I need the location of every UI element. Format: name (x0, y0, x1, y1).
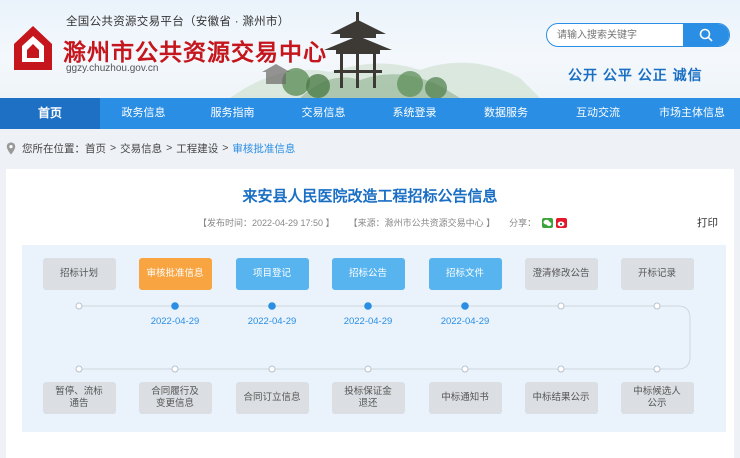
article-title: 来安县人民医院改造工程招标公告信息 (242, 188, 498, 205)
flow-step-date: 2022-04-29 (150, 316, 200, 327)
flow-step-label: 合同订立信息 (243, 392, 301, 403)
flow-step-label: 招标文件 (445, 268, 484, 279)
breadcrumb-trade-info[interactable]: 交易信息 (120, 141, 162, 156)
flow-step-label: 中标结果公示 (532, 392, 590, 403)
main-nav: 首页 政务信息 服务指南 交易信息 系统登录 数据服务 互动交流 市场主体信息 (0, 98, 740, 129)
breadcrumb-separator: > (222, 142, 229, 154)
flow-step-date: 2022-04-29 (343, 316, 393, 327)
flow-dot-bottom-4 (364, 365, 372, 373)
nav-item-system-login[interactable]: 系统登录 (369, 98, 460, 129)
flow-step-label: 招标公告 (348, 268, 387, 279)
breadcrumb-prefix: 您所在位置： (22, 142, 85, 155)
breadcrumb-current[interactable]: 审核批准信息 (232, 141, 295, 156)
search-button[interactable] (683, 24, 729, 46)
flow-step-label: 中标候选人 公示 (633, 386, 681, 409)
flow-step-label: 澄清修改公告 (532, 268, 590, 279)
flow-step-top-4[interactable]: 招标公告 (331, 258, 405, 290)
flow-dot-top-1 (75, 302, 83, 310)
nav-item-interaction[interactable]: 互动交流 (552, 98, 644, 129)
site-title: 滁州市公共资源交易中心 (63, 40, 327, 65)
flow-step-top-7[interactable]: 开标记录 (620, 258, 694, 290)
flow-step-label: 合同履行及 变更信息 (151, 386, 199, 409)
print-button[interactable]: 打印 (697, 215, 718, 230)
flow-step-label: 中标通知书 (441, 392, 489, 403)
flow-dot-bottom-5 (461, 365, 469, 373)
flow-dot-bottom-1 (75, 365, 83, 373)
flow-step-label: 审核批准信息 (146, 268, 204, 279)
chuzhou-logo-icon (14, 26, 52, 70)
search-box (546, 23, 730, 47)
nav-item-home[interactable]: 首页 (0, 98, 100, 129)
breadcrumb: 您所在位置： 首页 > 交易信息 > 工程建设 > 审核批准信息 (0, 129, 740, 167)
flow-step-label: 项目登记 (252, 268, 291, 279)
publish-time: 【发布时间：2022-04-29 17:50 】 (198, 218, 335, 228)
flow-step-date: 2022-04-29 (440, 316, 490, 327)
flow-dot-bottom-7 (653, 365, 661, 373)
flow-step-top-1[interactable]: 招标计划 (42, 258, 116, 290)
breadcrumb-home[interactable]: 首页 (85, 141, 106, 156)
breadcrumb-separator: > (166, 142, 173, 154)
flow-dot-top-2 (171, 302, 179, 310)
article-source: 【来源：滁州市公共资源交易中心 】 (348, 218, 496, 228)
nav-item-service-guide[interactable]: 服务指南 (187, 98, 278, 129)
weibo-share-icon[interactable] (556, 217, 568, 228)
flow-step-top-2[interactable]: 审核批准信息 (138, 258, 212, 290)
flow-dot-top-3 (268, 302, 276, 310)
flow-dot-bottom-6 (557, 365, 565, 373)
flow-dot-top-4 (364, 302, 372, 310)
article-panel: 来安县人民医院改造工程招标公告信息 【发布时间：2022-04-29 17:50… (6, 169, 734, 458)
flow-step-label: 招标计划 (59, 268, 98, 279)
search-icon (699, 28, 713, 42)
wechat-share-icon[interactable] (542, 217, 554, 228)
flow-dot-bottom-2 (171, 365, 179, 373)
share-label: 分享： (509, 218, 537, 228)
flow-step-bottom-3[interactable]: 合同订立信息 (235, 382, 309, 414)
flow-step-bottom-6[interactable]: 中标结果公示 (524, 382, 598, 414)
nav-item-government-info[interactable]: 政务信息 (100, 98, 187, 129)
flow-dot-top-6 (557, 302, 565, 310)
flow-step-bottom-5[interactable]: 中标通知书 (428, 382, 502, 414)
flow-dot-bottom-3 (268, 365, 276, 373)
flow-step-date: 2022-04-29 (247, 316, 297, 327)
flow-step-top-5[interactable]: 招标文件 (428, 258, 502, 290)
flow-step-top-3[interactable]: 项目登记 (235, 258, 309, 290)
nav-item-trade-info[interactable]: 交易信息 (278, 98, 369, 129)
flow-dot-top-7 (653, 302, 661, 310)
article-meta: 【发布时间：2022-04-29 17:50 】 【来源：滁州市公共资源交易中心… (198, 216, 568, 229)
flow-step-bottom-7[interactable]: 中标候选人 公示 (620, 382, 694, 414)
site-header: 全国公共资源交易平台（安徽省 · 滁州市） 滁州市公共资源交易中心 ggzy.c… (0, 0, 740, 98)
flow-step-label: 暂停、流标 通告 (55, 386, 103, 409)
nav-item-data-service[interactable]: 数据服务 (460, 98, 552, 129)
location-pin-icon (6, 142, 16, 154)
motto: 公开 公平 公正 诚信 (568, 67, 703, 83)
nav-item-market-entity[interactable]: 市场主体信息 (644, 98, 740, 129)
flow-step-label: 开标记录 (637, 268, 676, 279)
site-url: ggzy.chuzhou.gov.cn (66, 63, 159, 74)
flow-step-bottom-2[interactable]: 合同履行及 变更信息 (138, 382, 212, 414)
flow-step-top-6[interactable]: 澄清修改公告 (524, 258, 598, 290)
platform-name: 全国公共资源交易平台（安徽省 · 滁州市） (66, 16, 290, 28)
breadcrumb-separator: > (110, 142, 117, 154)
flow-step-bottom-1[interactable]: 暂停、流标 通告 (42, 382, 116, 414)
search-input[interactable] (547, 24, 685, 46)
breadcrumb-engineering[interactable]: 工程建设 (176, 141, 218, 156)
flow-dot-top-5 (461, 302, 469, 310)
process-flow: 招标计划 审核批准信息 2022-04-29 项目登记 2022-04-29 招标公告 20… (22, 245, 726, 432)
flow-step-bottom-4[interactable]: 投标保证金 退还 (331, 382, 405, 414)
flow-step-label: 投标保证金 退还 (344, 386, 392, 409)
